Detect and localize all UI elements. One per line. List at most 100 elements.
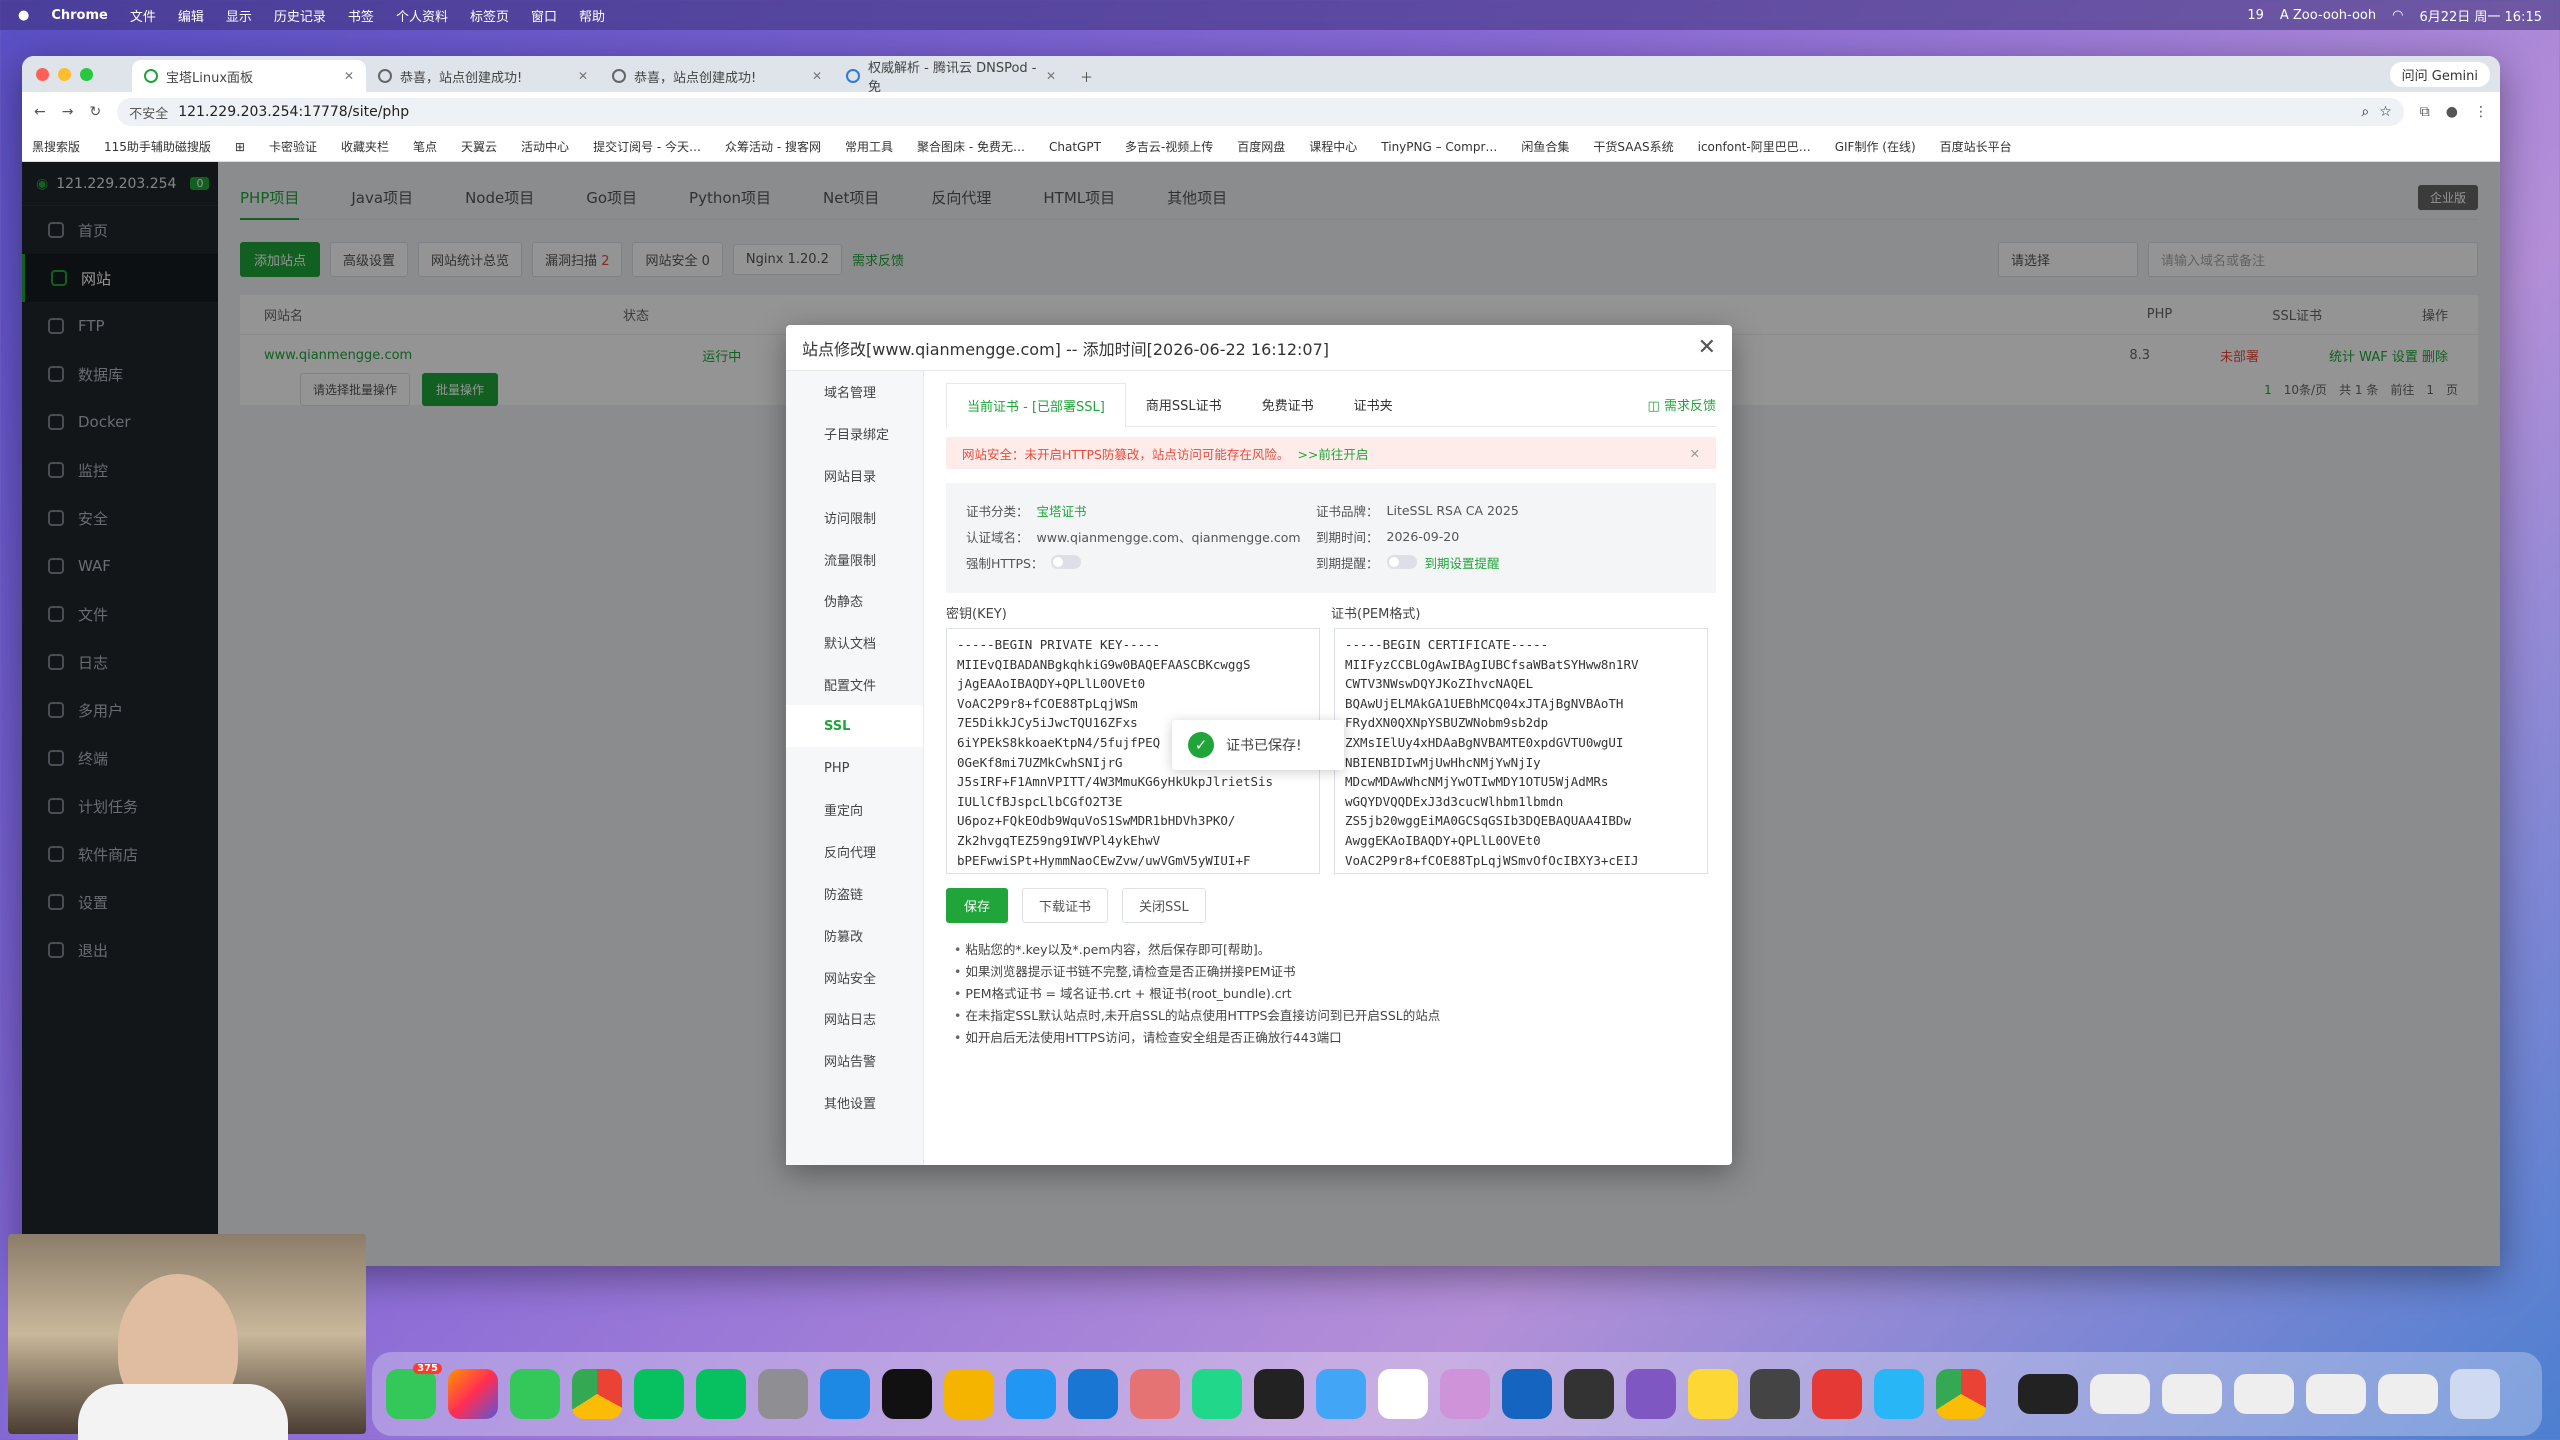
bookmark-item[interactable]: 黑搜索版: [32, 138, 80, 155]
bookmark-item[interactable]: 笔点: [413, 138, 437, 155]
bookmark-item[interactable]: 课程中心: [1309, 138, 1357, 155]
bookmark-item[interactable]: 聚合图床 - 免费无…: [917, 138, 1025, 155]
cat-app-icon[interactable]: [1440, 1369, 1490, 1419]
bookmark-item[interactable]: 天翼云: [461, 138, 497, 155]
nav-tamper[interactable]: 防篡改: [786, 914, 923, 956]
phone-app-icon[interactable]: [510, 1369, 560, 1419]
bookmark-item[interactable]: iconfont-阿里巴巴…: [1698, 138, 1811, 155]
browser-tab-bt-panel[interactable]: 宝塔Linux面板 ✕: [132, 60, 366, 92]
close-tab-icon[interactable]: ✕: [344, 69, 354, 83]
back-icon[interactable]: ←: [34, 104, 46, 120]
nav-php[interactable]: PHP: [786, 747, 923, 789]
wps-app-icon[interactable]: [1812, 1369, 1862, 1419]
bookmark-item[interactable]: 百度网盘: [1237, 138, 1285, 155]
nav-config[interactable]: 配置文件: [786, 664, 923, 706]
bookmark-item[interactable]: 卡密验证: [269, 138, 317, 155]
alert-enable-link[interactable]: >>前往开启: [1297, 444, 1368, 463]
nav-logs[interactable]: 网站日志: [786, 998, 923, 1040]
nav-alerts[interactable]: 网站告警: [786, 1040, 923, 1082]
nav-subdir[interactable]: 子目录绑定: [786, 413, 923, 455]
bookmark-item[interactable]: TinyPNG – Compr…: [1381, 140, 1497, 154]
qq-browser-app-icon[interactable]: [1874, 1369, 1924, 1419]
menubar-file[interactable]: 文件: [130, 6, 156, 25]
baidu-netdisk-app-icon[interactable]: [1316, 1369, 1366, 1419]
wechat-work-app-icon[interactable]: [696, 1369, 746, 1419]
zoom-icon[interactable]: ⌕: [2361, 104, 2369, 120]
close-ssl-button[interactable]: 关闭SSL: [1122, 888, 1206, 923]
profile-avatar[interactable]: ●: [2446, 104, 2458, 120]
nav-ssl[interactable]: SSL: [786, 705, 923, 748]
trash-icon[interactable]: [2450, 1369, 2500, 1419]
edge-app-icon[interactable]: [1502, 1369, 1552, 1419]
menubar-view[interactable]: 显示: [226, 6, 252, 25]
url-text[interactable]: 121.229.203.254:17778/site/php: [178, 104, 409, 120]
nav-default-doc[interactable]: 默认文档: [786, 622, 923, 664]
close-window-button[interactable]: [36, 68, 49, 81]
notes-app-icon[interactable]: [1688, 1369, 1738, 1419]
window-thumbnail[interactable]: [2090, 1374, 2150, 1414]
bookmark-item[interactable]: ChatGPT: [1049, 140, 1101, 154]
nav-traffic-limit[interactable]: 流量限制: [786, 538, 923, 580]
qq-app-icon[interactable]: [1006, 1369, 1056, 1419]
extensions-icon[interactable]: ⧉: [2420, 104, 2430, 120]
window-thumbnail[interactable]: [2234, 1374, 2294, 1414]
mail-app-icon[interactable]: [1068, 1369, 1118, 1419]
remind-toggle[interactable]: [1386, 555, 1417, 569]
calculator-app-icon[interactable]: [1750, 1369, 1800, 1419]
zoom-window-button[interactable]: [80, 68, 93, 81]
obs-app-icon[interactable]: [1564, 1369, 1614, 1419]
gemini-button[interactable]: 问问 Gemini: [2389, 62, 2490, 87]
lark-app-icon[interactable]: [820, 1369, 870, 1419]
system-settings-app-icon[interactable]: [758, 1369, 808, 1419]
nav-other[interactable]: 其他设置: [786, 1082, 923, 1124]
apple-icon[interactable]: ●: [18, 8, 29, 23]
reload-icon[interactable]: ↻: [89, 104, 101, 120]
bookmark-item[interactable]: 提交订阅号 - 今天…: [593, 138, 701, 155]
insecure-badge[interactable]: 不安全: [129, 103, 168, 122]
url-box[interactable]: 不安全 121.229.203.254:17778/site/php ⌕ ☆: [117, 98, 2404, 126]
nav-proxy[interactable]: 反向代理: [786, 831, 923, 873]
tab-cert-folder[interactable]: 证书夹: [1334, 383, 1413, 426]
browser-tab-site-created-1[interactable]: 恭喜，站点创建成功! ✕: [366, 60, 600, 92]
nav-rewrite[interactable]: 伪静态: [786, 580, 923, 622]
remind-settings-link[interactable]: 到期设置提醒: [1425, 553, 1500, 572]
window-thumbnail[interactable]: [2162, 1374, 2222, 1414]
menubar-history[interactable]: 历史记录: [274, 6, 326, 25]
bookmark-item[interactable]: 百度站长平台: [1940, 138, 2012, 155]
save-button[interactable]: 保存: [946, 888, 1009, 923]
bookmark-item[interactable]: 活动中心: [521, 138, 569, 155]
bookmark-item[interactable]: 众筹活动 - 搜客网: [725, 138, 821, 155]
obsidian-app-icon[interactable]: [1626, 1369, 1676, 1419]
chrome-canary-app-icon[interactable]: [1936, 1369, 1986, 1419]
forward-icon[interactable]: →: [62, 104, 74, 120]
capcut-app-icon[interactable]: [882, 1369, 932, 1419]
feedback-link[interactable]: ◫ 需求反馈: [1648, 395, 1716, 414]
tab-free-cert[interactable]: 免费证书: [1242, 383, 1334, 426]
menubar-clock[interactable]: 6月22日 周一 16:15: [2419, 6, 2542, 25]
menubar-edit[interactable]: 编辑: [178, 6, 204, 25]
nav-sitedir[interactable]: 网站目录: [786, 455, 923, 497]
nav-redirect[interactable]: 重定向: [786, 789, 923, 831]
tab-commercial-ssl[interactable]: 商用SSL证书: [1126, 383, 1242, 426]
menubar-profiles[interactable]: 个人资料: [396, 6, 448, 25]
nav-hotlink[interactable]: 防盗链: [786, 873, 923, 915]
new-tab-button[interactable]: ＋: [1068, 60, 1108, 92]
star-icon[interactable]: ☆: [2379, 104, 2392, 120]
bookmark-item[interactable]: 收藏夹栏: [341, 138, 389, 155]
chrome-app-icon[interactable]: [572, 1369, 622, 1419]
webstorm-app-icon[interactable]: [1192, 1369, 1242, 1419]
more-menu-icon[interactable]: ⋮: [2474, 104, 2488, 120]
bookmark-item[interactable]: 115助手辅助磁搜版: [104, 138, 211, 155]
force-https-toggle[interactable]: [1051, 555, 1082, 569]
messages-app-icon[interactable]: 375: [386, 1363, 442, 1419]
qqmusic-app-icon[interactable]: [1130, 1369, 1180, 1419]
window-thumbnail[interactable]: [2018, 1374, 2078, 1414]
close-tab-icon[interactable]: ✕: [812, 69, 822, 83]
wifi-icon[interactable]: ◠: [2392, 8, 2403, 23]
certificate-textarea[interactable]: -----BEGIN CERTIFICATE----- MIIFyzCCBLOg…: [1334, 628, 1708, 874]
nav-domain[interactable]: 域名管理: [786, 371, 923, 413]
nav-security[interactable]: 网站安全: [786, 956, 923, 998]
minimize-window-button[interactable]: [58, 68, 71, 81]
bookmark-item[interactable]: 干货SAAS系统: [1593, 138, 1673, 155]
tab-current-cert[interactable]: 当前证书 - [已部署SSL]: [946, 382, 1126, 428]
